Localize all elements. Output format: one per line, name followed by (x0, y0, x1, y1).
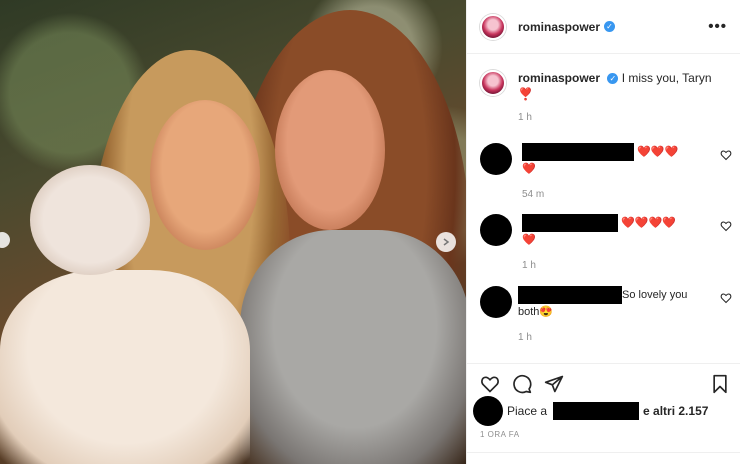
comment-text-cont: ❤️ (522, 163, 536, 175)
photo-figure-right-sweater (240, 230, 466, 464)
comment-time[interactable]: 1 h (522, 258, 722, 274)
caption-emoji: ❣️ (518, 87, 533, 101)
comment-avatar[interactable] (480, 214, 512, 246)
post-photo[interactable] (0, 0, 466, 464)
add-comment-area[interactable] (467, 452, 740, 464)
photo-figure-left-shirt (0, 270, 250, 464)
photo-face-left (150, 100, 260, 250)
comment-item: ❤️❤️❤️ ❤️ 54 m (480, 143, 732, 203)
caption-text: I miss you, Taryn (621, 71, 712, 85)
comment-time[interactable]: 54 m (522, 187, 722, 203)
post-side-panel: rominaspower ✓ ••• rominaspower ✓ I miss… (466, 0, 740, 464)
redacted-liker (553, 402, 640, 420)
liker-avatar[interactable] (473, 396, 503, 426)
comment-avatar[interactable] (480, 143, 512, 175)
post-header: rominaspower ✓ ••• (467, 0, 740, 54)
avatar[interactable] (480, 13, 506, 40)
share-icon[interactable] (544, 374, 564, 394)
photo-face-right (275, 70, 385, 230)
likes-prefix: Piace a (507, 404, 548, 418)
caption-username[interactable]: rominaspower (518, 71, 600, 85)
post-timestamp[interactable]: 1 ORA FA (480, 430, 520, 439)
heart-icon[interactable] (720, 292, 732, 304)
heart-icon[interactable] (720, 149, 732, 161)
comment-item: ❤️❤️❤️❤️ ❤️ 1 h (480, 214, 732, 274)
likes-summary: Piace a e altri 2.157 (473, 396, 708, 426)
redacted-username (522, 214, 618, 232)
comment-time[interactable]: 1 h (518, 330, 722, 346)
redacted-username (518, 286, 622, 304)
comment-text: So lovely you (622, 288, 688, 301)
more-options-icon[interactable]: ••• (708, 18, 727, 35)
comment-text: ❤️❤️❤️ (637, 145, 679, 158)
comment-text: ❤️❤️❤️❤️ (621, 216, 676, 229)
heart-icon[interactable] (480, 374, 500, 394)
comment-text-cont: both😍 (518, 306, 554, 318)
action-bar (480, 374, 564, 394)
photo-arm (30, 165, 150, 275)
caption: rominaspower ✓ I miss you, Taryn ❣️ 1 h (480, 70, 730, 123)
comment-icon[interactable] (512, 374, 532, 394)
redacted-username (522, 143, 634, 161)
bookmark-icon[interactable] (711, 374, 729, 397)
likes-count[interactable]: e altri 2.157 (643, 404, 708, 418)
comment-avatar[interactable] (480, 286, 512, 318)
post-actions: Piace a e altri 2.157 1 ORA FA (467, 363, 740, 464)
comment-text-cont: ❤️ (522, 234, 536, 246)
heart-icon[interactable] (720, 220, 732, 232)
caption-time[interactable]: 1 h (518, 112, 730, 123)
comment-item: So lovely you both😍 1 h (480, 286, 732, 346)
chevron-right-icon[interactable] (436, 232, 456, 252)
verified-badge-icon: ✓ (604, 21, 616, 32)
header-username[interactable]: rominaspower (518, 20, 600, 34)
verified-badge-icon: ✓ (607, 73, 619, 85)
caption-avatar[interactable] (480, 70, 506, 96)
